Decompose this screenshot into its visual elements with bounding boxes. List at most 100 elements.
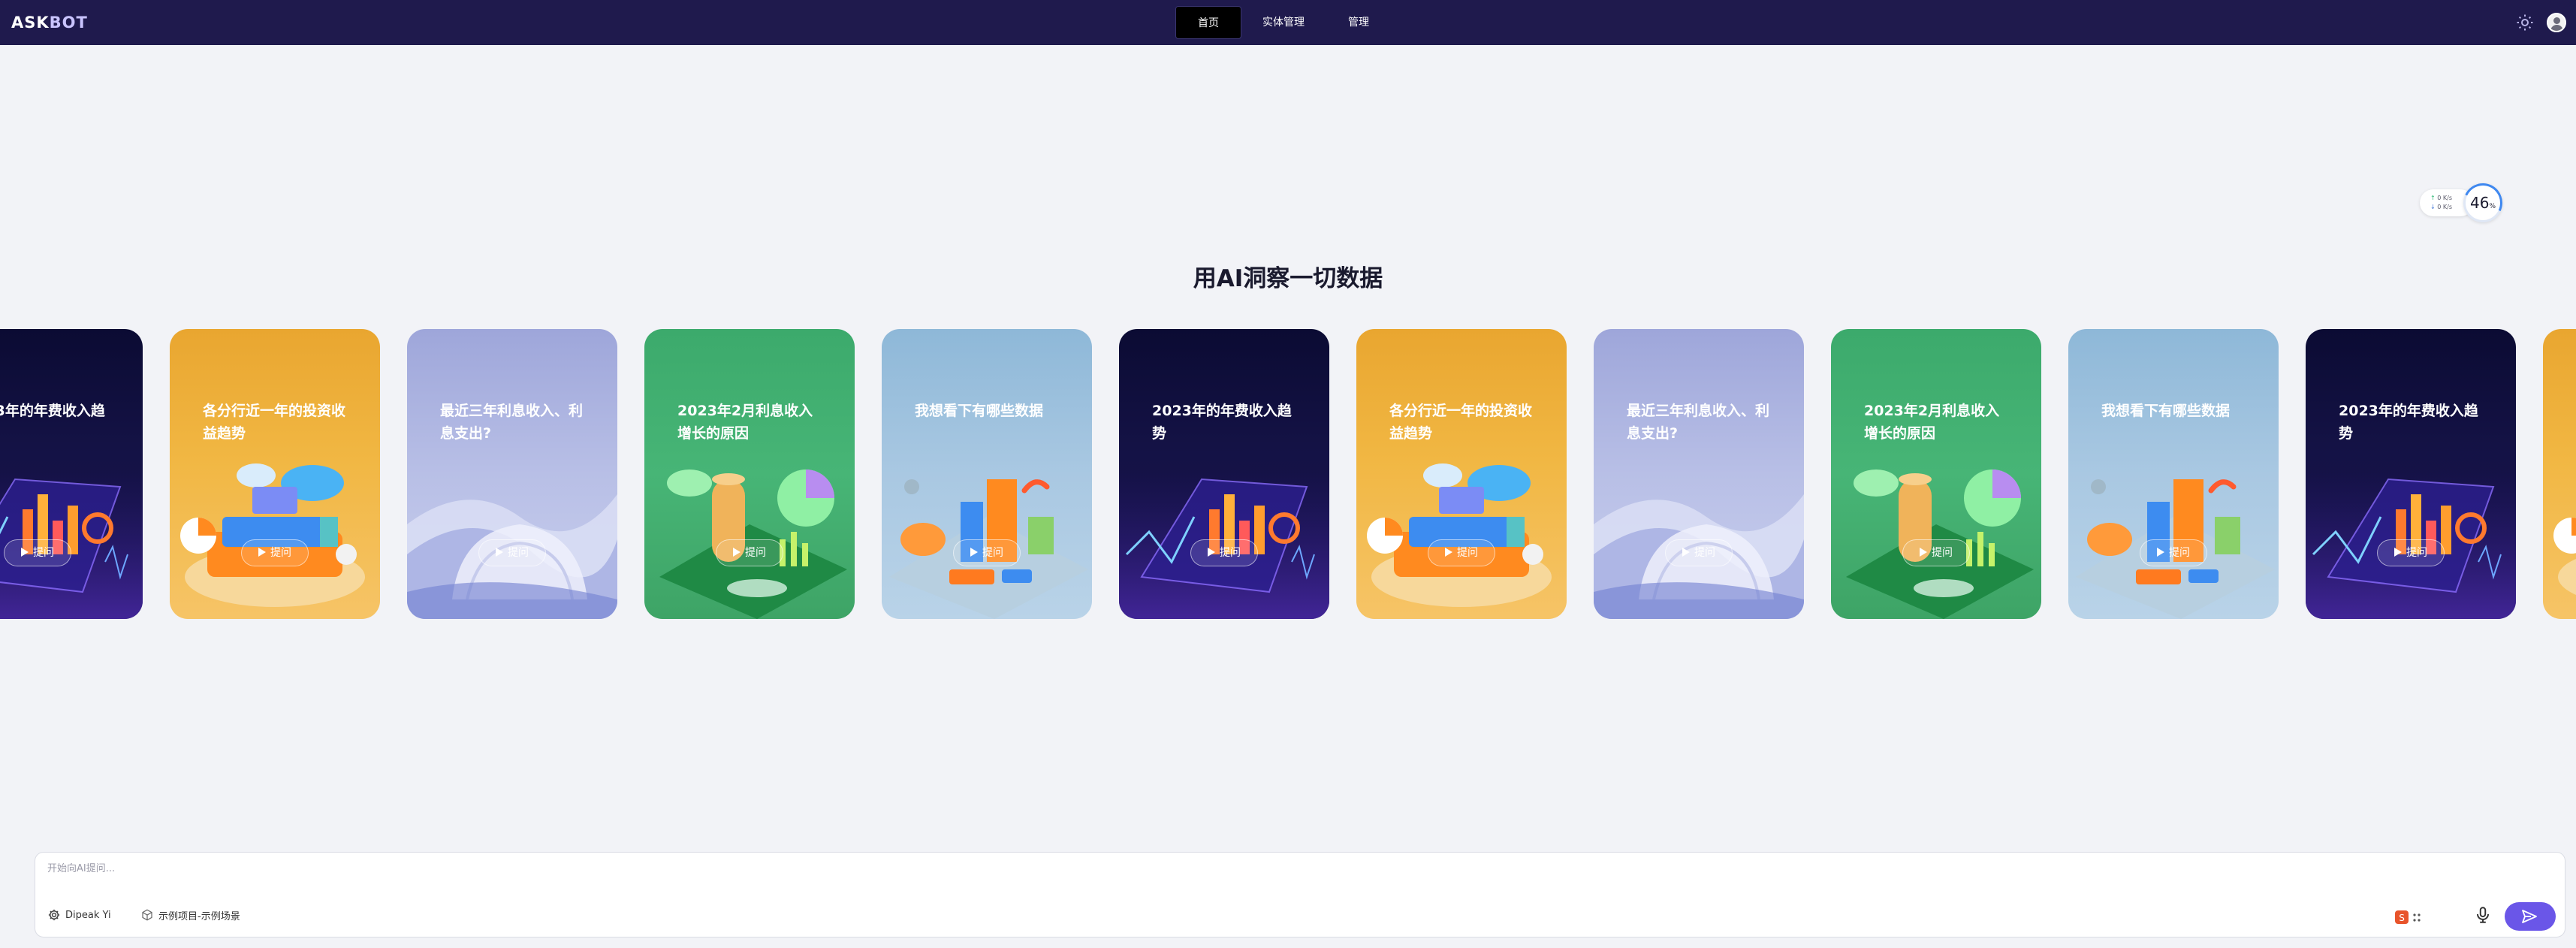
logo[interactable]: ASKBOT <box>11 13 88 32</box>
play-icon <box>1682 548 1690 557</box>
card-title: 2023年的年费收入趋势 <box>0 403 105 419</box>
logo-text-ask: ASK <box>11 14 50 32</box>
send-icon <box>2522 910 2537 923</box>
ask-button[interactable]: 提问 <box>1190 539 1258 566</box>
sun-icon[interactable] <box>2516 14 2534 32</box>
project-selector[interactable]: 示例项目-示例场景 <box>140 907 240 923</box>
card-illustration <box>882 329 1092 619</box>
suggestion-card[interactable]: 最近三年利息收入、利息支出? 提问 <box>407 329 617 619</box>
card-illustration <box>0 329 143 619</box>
ask-button[interactable]: 提问 <box>241 539 309 566</box>
card-illustration <box>1119 329 1329 619</box>
card-title: 各分行近一年的投资收益趋势 <box>1389 403 1533 442</box>
top-bar: ASKBOT 首页 实体管理 管理 <box>0 0 2576 45</box>
card-title: 我想看下有哪些数据 <box>915 403 1044 419</box>
play-icon <box>1920 548 1927 557</box>
ask-button-label: 提问 <box>982 547 1003 559</box>
ask-button[interactable]: 提问 <box>4 539 71 566</box>
svg-text:S: S <box>2399 913 2405 923</box>
play-icon <box>2394 548 2402 557</box>
ask-button[interactable]: 提问 <box>478 539 546 566</box>
play-icon <box>21 548 29 557</box>
play-icon <box>2157 548 2164 557</box>
card-title: 2023年的年费收入趋势 <box>1152 403 1292 442</box>
chat-input-panel: Dipeak Yi 示例项目-示例场景 S <box>35 852 2565 937</box>
download-value: 0 <box>2437 204 2442 210</box>
ask-button[interactable]: 提问 <box>1665 539 1733 566</box>
microphone-icon[interactable] <box>2473 905 2493 925</box>
question-input[interactable] <box>47 863 2300 874</box>
ask-button[interactable]: 提问 <box>1902 539 1970 566</box>
ask-button-label: 提问 <box>1220 547 1241 559</box>
download-unit: K/s <box>2442 204 2452 210</box>
card-title: 最近三年利息收入、利息支出? <box>440 403 584 442</box>
card-title: 我想看下有哪些数据 <box>2101 403 2231 419</box>
play-icon <box>1208 548 1215 557</box>
suggestion-card[interactable]: 2023年的年费收入趋势提问 <box>0 329 143 619</box>
card-illustration <box>2306 329 2516 619</box>
usage-ring: 46% <box>2457 177 2508 228</box>
ask-button-label: 提问 <box>508 547 529 559</box>
suggestion-card[interactable]: 各分行近一年的投资收益趋势 提问 <box>170 329 380 619</box>
card-illustration <box>1356 329 1567 619</box>
usage-percent: 46 <box>2469 194 2490 212</box>
nav-entity-management[interactable]: 实体管理 <box>1246 6 1321 39</box>
ask-button-label: 提问 <box>33 547 54 559</box>
ask-button[interactable]: 提问 <box>953 539 1021 566</box>
card-illustration <box>170 329 380 619</box>
card-title: 2023年2月利息收入增长的原因 <box>1864 403 2000 442</box>
card-illustration <box>407 329 617 619</box>
suggestion-card[interactable]: 2023年2月利息收入增长的原因提问 <box>644 329 855 619</box>
ask-button-label: 提问 <box>270 547 291 559</box>
nav-admin[interactable]: 管理 <box>1326 6 1392 39</box>
logo-text-bot: BOT <box>49 14 88 32</box>
ask-button-label: 提问 <box>1694 547 1715 559</box>
usage-percent-unit: % <box>2489 203 2496 210</box>
card-illustration <box>2068 329 2279 619</box>
nav-home[interactable]: 首页 <box>1175 6 1241 39</box>
input-method-icon[interactable]: S <box>2394 908 2425 926</box>
card-illustration <box>1831 329 2041 619</box>
card-illustration <box>644 329 855 619</box>
card-title: 最近三年利息收入、利息支出? <box>1627 403 1770 442</box>
card-title: 2023年2月利息收入增长的原因 <box>677 403 813 442</box>
card-title: 2023年的年费收入趋势 <box>2339 403 2478 442</box>
project-name: 示例项目-示例场景 <box>158 910 240 922</box>
suggestion-card[interactable]: 2023年2月利息收入增长的原因提问 <box>1831 329 2041 619</box>
model-selector[interactable]: Dipeak Yi <box>47 907 111 923</box>
suggestion-carousel[interactable]: 2023年的年费收入趋势提问 各分行近一年的投资收益趋势提问 最近三年利息收入、… <box>0 329 2576 620</box>
network-speed-widget[interactable]: ↑ 0 K/s ↓ 0 K/s 46% <box>2420 177 2508 228</box>
play-icon <box>1445 548 1452 557</box>
main-nav: 首页 实体管理 管理 <box>1175 6 1392 39</box>
ask-button-label: 提问 <box>1932 547 1953 559</box>
suggestion-card[interactable]: 2023年的年费收入趋势提问 <box>1119 329 1329 619</box>
avatar[interactable] <box>2547 13 2566 32</box>
ask-button[interactable]: 提问 <box>716 539 783 566</box>
cube-icon <box>142 909 152 921</box>
play-icon <box>970 548 978 557</box>
suggestion-card[interactable] <box>2543 329 2576 619</box>
download-arrow-icon: ↓ <box>2430 204 2436 210</box>
gear-icon <box>48 909 60 921</box>
play-icon <box>496 548 503 557</box>
suggestion-card[interactable]: 各分行近一年的投资收益趋势提问 <box>1356 329 1567 619</box>
card-illustration <box>2543 329 2576 619</box>
play-icon <box>733 548 741 557</box>
ask-button-label: 提问 <box>745 547 766 559</box>
card-illustration <box>1594 329 1804 619</box>
play-icon <box>258 548 266 557</box>
suggestion-card[interactable]: 最近三年利息收入、利息支出? 提问 <box>1594 329 1804 619</box>
ask-button-label: 提问 <box>1457 547 1478 559</box>
upload-unit: K/s <box>2442 195 2452 201</box>
ask-button[interactable]: 提问 <box>1428 539 1495 566</box>
send-button[interactable] <box>2505 902 2556 931</box>
ask-button[interactable]: 提问 <box>2377 539 2445 566</box>
suggestion-card[interactable]: 我想看下有哪些数据提问 <box>2068 329 2279 619</box>
ask-button-label: 提问 <box>2169 547 2190 559</box>
ask-button[interactable]: 提问 <box>2140 539 2207 566</box>
ask-button-label: 提问 <box>2406 547 2427 559</box>
suggestion-card[interactable]: 我想看下有哪些数据提问 <box>882 329 1092 619</box>
suggestion-card[interactable]: 2023年的年费收入趋势提问 <box>2306 329 2516 619</box>
upload-arrow-icon: ↑ <box>2430 195 2436 201</box>
model-name: Dipeak Yi <box>65 909 111 921</box>
